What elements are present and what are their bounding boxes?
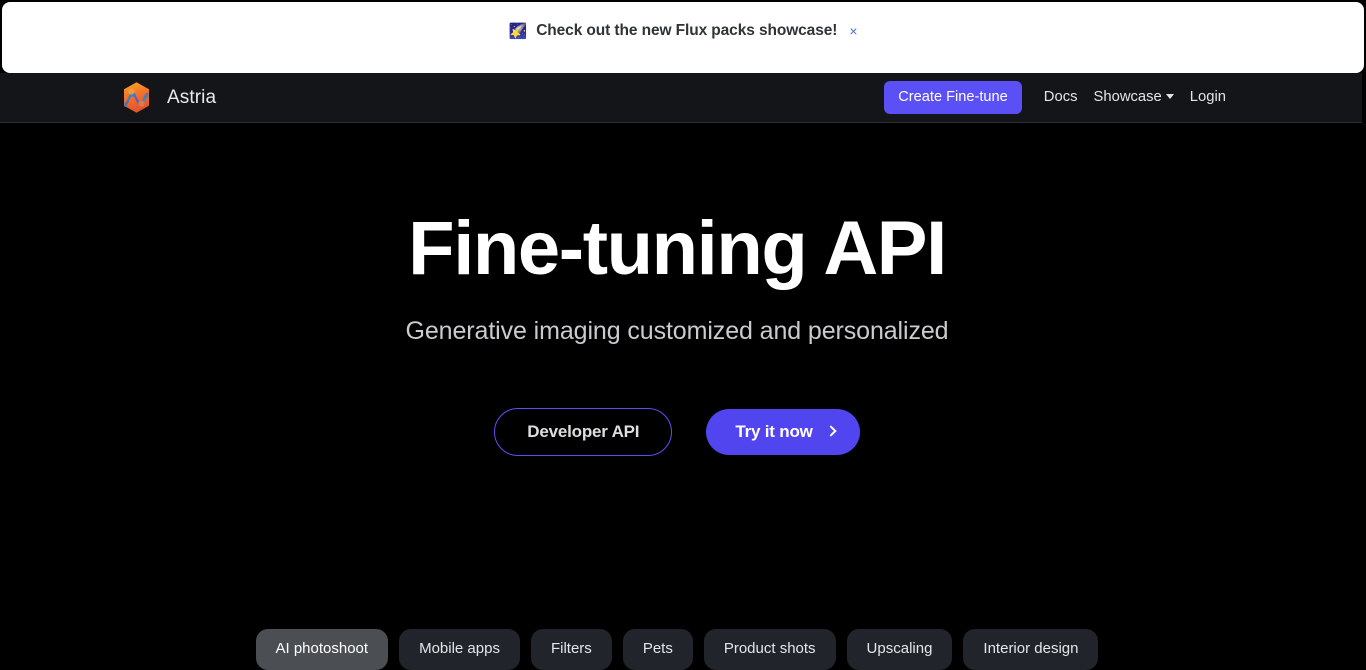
create-fine-tune-button[interactable]: Create Fine-tune [884, 80, 1022, 115]
chevron-right-icon [825, 425, 837, 437]
chevron-down-icon [1165, 94, 1174, 100]
nav-link-login[interactable]: Login [1190, 85, 1226, 109]
hero-cta-row: Developer API Try it now [0, 407, 1354, 456]
category-chip-filters[interactable]: Filters [530, 629, 612, 670]
category-chip-row: AI photoshoot Mobile apps Filters Pets Produ… [0, 629, 1354, 670]
navbar-actions: Create Fine-tune Docs Showcase Login [884, 80, 1226, 115]
category-chip-ai-photoshoot[interactable]: AI photoshoot [255, 629, 389, 670]
astria-hexagon-logo-icon [120, 81, 153, 114]
category-chip-mobile-apps[interactable]: Mobile apps [399, 629, 520, 670]
hero-section: Fine-tuning API Generative imaging custo… [0, 124, 1354, 651]
top-navbar: Astria Create Fine-tune Docs Showcase Lo… [0, 73, 1362, 123]
try-it-now-label: Try it now [735, 421, 813, 441]
category-chip-interior-design[interactable]: Interior design [963, 629, 1099, 670]
try-it-now-button[interactable]: Try it now [706, 408, 860, 455]
nav-link-showcase-label: Showcase [1093, 89, 1162, 106]
nav-link-docs[interactable]: Docs [1044, 85, 1078, 109]
category-chip-pets[interactable]: Pets [622, 629, 693, 670]
developer-api-button[interactable]: Developer API [494, 407, 673, 456]
announcement-banner: 🌠 Check out the new Flux packs showcase!… [2, 2, 1364, 73]
hero-subtitle: Generative imaging customized and person… [405, 316, 949, 345]
announcement-banner-text: Check out the new Flux packs showcase! [536, 22, 838, 39]
page-title: Fine-tuning API [408, 206, 947, 291]
brand-name: Astria [167, 86, 217, 108]
category-chip-upscaling[interactable]: Upscaling [846, 629, 953, 670]
announcement-banner-content: 🌠 Check out the new Flux packs showcase!… [509, 22, 858, 40]
nav-link-showcase[interactable]: Showcase [1094, 85, 1174, 109]
brand-logo-link[interactable]: Astria [120, 81, 216, 114]
category-chip-product-shots[interactable]: Product shots [703, 629, 836, 670]
shooting-star-icon: 🌠 [508, 22, 528, 40]
close-icon[interactable]: × [849, 24, 857, 38]
